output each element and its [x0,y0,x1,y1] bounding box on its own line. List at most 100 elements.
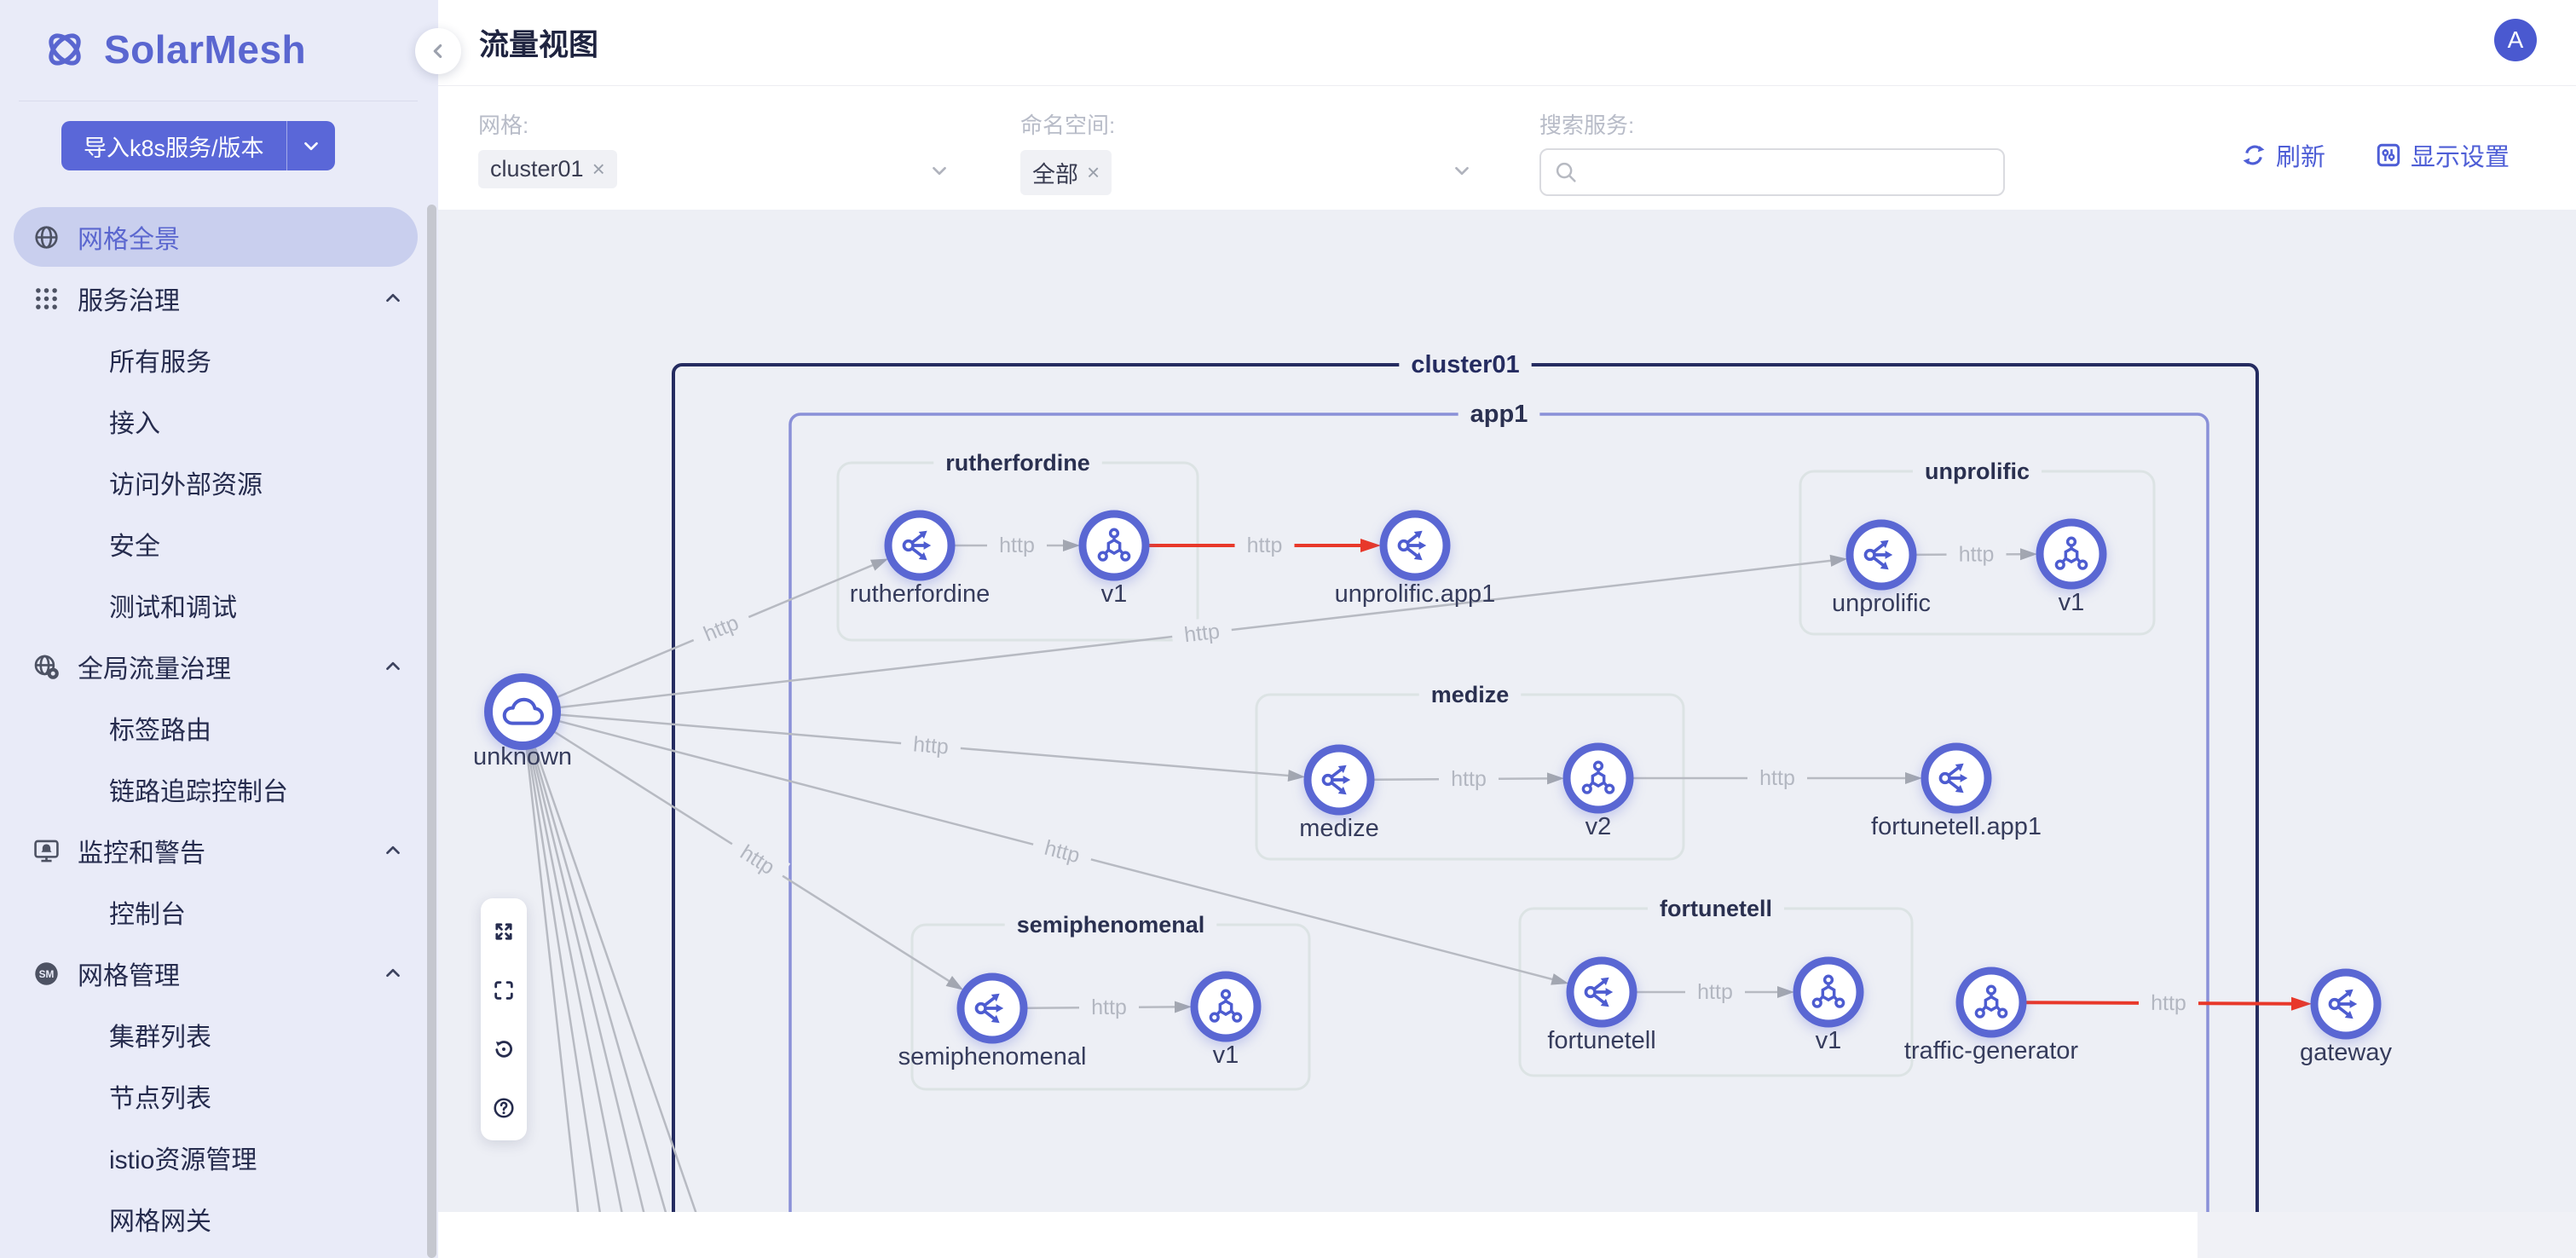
sidebar-item-monitoring-alerts[interactable]: 监控和警告 [0,820,438,881]
node-label: gateway [2300,1039,2393,1066]
sidebar-subitem-链路追踪控制台[interactable]: 链路追踪控制台 [0,759,438,820]
sidebar-item-service-governance[interactable]: 服务治理 [0,268,438,329]
node-label: v1 [2059,589,2085,616]
avatar[interactable]: A [2494,19,2537,61]
sidebar-subitem-label: 链路追踪控制台 [109,770,288,808]
sidebar-subitem-标签路由[interactable]: 标签路由 [0,697,438,759]
sidebar-subitem-测试和调试[interactable]: 测试和调试 [0,574,438,636]
sidebar-subitem-istio资源管理[interactable]: istio资源管理 [0,1127,438,1188]
sidebar-item-mesh-management[interactable]: 网格管理 [0,943,438,1004]
sidebar-subitem-集群列表[interactable]: 集群列表 [0,1004,438,1065]
graph-node-fortunetell-v1[interactable] [1797,961,1860,1024]
sidebar-subitem-网格网关[interactable]: 网格网关 [0,1188,438,1249]
chevron-up-icon [382,840,404,862]
page-title: 流量视图 [479,21,598,65]
mesh-select-chevron-icon[interactable] [928,159,950,182]
sidebar-subitem-接入[interactable]: 接入 [0,390,438,452]
namespace-tag-remove-icon[interactable]: × [1087,159,1100,186]
bottom-strip [438,1212,2198,1258]
fit-view-button[interactable] [481,961,527,1019]
graph-node-rutherfordine-v1[interactable] [1083,514,1146,577]
chevron-left-icon [427,40,449,62]
help-icon [492,1096,516,1120]
namespace-filter: 命名空间: 全部 × [1020,108,1115,195]
sidebar-subitem-label: 网格网关 [109,1200,211,1238]
node-label: medize [1299,815,1379,842]
import-k8s-button-label[interactable]: 导入k8s服务/版本 [61,121,287,170]
edge-protocol-label: http [1946,540,2006,568]
namespace-select-chevron-icon[interactable] [1451,159,1473,182]
graph-node-unknown[interactable] [488,678,557,746]
expand-button[interactable] [481,902,527,961]
mesh-filter-label: 网格: [478,108,617,140]
mesh-filter-tag[interactable]: cluster01 × [478,150,617,188]
graph-node-semiphenomenal[interactable] [961,977,1024,1040]
traffic-graph[interactable]: httphttphttphttphttphttphttphttphttphttp… [438,210,2576,1212]
namespace-filter-tag[interactable]: 全部 × [1020,150,1112,195]
refresh-button[interactable]: 刷新 [2240,137,2325,173]
sidebar-subitem-安全[interactable]: 安全 [0,513,438,574]
help-button[interactable] [481,1078,527,1137]
graph-node-rutherfordine[interactable] [888,514,951,577]
traffic-graph-canvas[interactable]: httphttphttphttphttphttphttphttphttphttp… [438,210,2576,1212]
sidebar-scrollbar[interactable] [427,205,436,1258]
sidebar-item-label: 全局流量治理 [78,648,231,685]
reset-button[interactable] [481,1019,527,1078]
logo-text: SolarMesh [104,26,306,72]
sidebar-item-label: 网格管理 [78,955,180,992]
sidebar-collapse-button[interactable] [415,28,461,74]
box-label-cluster01: cluster01 [1411,351,1519,378]
sidebar-item-mesh-overview[interactable]: 网格全景 [0,206,438,268]
sidebar-item-label: 服务治理 [78,280,180,317]
sidebar-subitem-控制台[interactable]: 控制台 [0,881,438,943]
search-box[interactable] [1539,148,2005,196]
edge-protocol-label: http [1235,531,1295,560]
edge-protocol-label: http [1747,764,1807,793]
sidebar-subitem-所有服务[interactable]: 所有服务 [0,329,438,390]
box-label-rutherfordine-group: rutherfordine [945,450,1090,476]
graph-node-semiphenomenal-v1[interactable] [1194,975,1257,1038]
main-area: 流量视图 A 网格: cluster01 × 命名空间: 全部 [438,0,2576,1258]
node-label: v1 [1213,1042,1239,1069]
graph-toolbar [481,898,527,1140]
svg-text:http: http [1759,766,1795,790]
svg-text:http: http [1451,767,1487,791]
node-label: v2 [1585,813,1612,840]
svg-text:http: http [912,732,950,759]
chevron-up-icon [382,287,404,309]
node-label: semiphenomenal [898,1043,1087,1070]
sidebar-subitem-访问外部资源[interactable]: 访问外部资源 [0,452,438,513]
edge-protocol-label: http [1685,978,1745,1007]
sidebar-item-global-traffic[interactable]: 全局流量治理 [0,636,438,697]
mesh-tag-remove-icon[interactable]: × [592,156,605,182]
graph-node-fortunetell-app1[interactable] [1925,747,1988,810]
sidebar-subitem-节点列表[interactable]: 节点列表 [0,1065,438,1127]
sidebar-subitem-label: 控制台 [109,893,186,931]
display-settings-button[interactable]: 显示设置 [2375,137,2510,173]
import-k8s-caret-button[interactable] [287,121,335,170]
graph-node-gateway[interactable] [2314,972,2377,1036]
box-label-app1: app1 [1470,401,1528,428]
graph-node-unprolific-v1[interactable] [2040,522,2103,586]
graph-node-traffic-generator[interactable] [1960,971,2023,1034]
sm-badge-icon [32,960,61,988]
svg-text:http: http [1183,620,1222,648]
display-settings-label: 显示设置 [2411,137,2510,173]
sidebar-subitem-label: 集群列表 [109,1016,211,1053]
search-input[interactable] [1587,159,2003,187]
edge-protocol-label: http [987,531,1047,560]
import-k8s-button[interactable]: 导入k8s服务/版本 [61,121,335,170]
graph-node-fortunetell[interactable] [1570,961,1633,1024]
expand-icon [492,920,516,944]
sidebar: SolarMesh 导入k8s服务/版本 网格全景服务治理所有服务接入访问外部资… [0,0,438,1258]
dots-grid-icon [32,285,61,313]
graph-node-unprolific-app1[interactable] [1383,514,1447,577]
node-label: traffic-generator [1904,1037,2079,1065]
monitor-bell-icon [32,837,61,865]
graph-node-medize[interactable] [1308,748,1371,811]
sidebar-subitem-label: 访问外部资源 [109,464,263,501]
graph-node-medize-v2[interactable] [1567,747,1630,810]
search-service-field: 搜索服务: [1539,108,2005,196]
svg-text:http: http [1091,995,1127,1019]
graph-node-unprolific[interactable] [1850,523,1913,586]
